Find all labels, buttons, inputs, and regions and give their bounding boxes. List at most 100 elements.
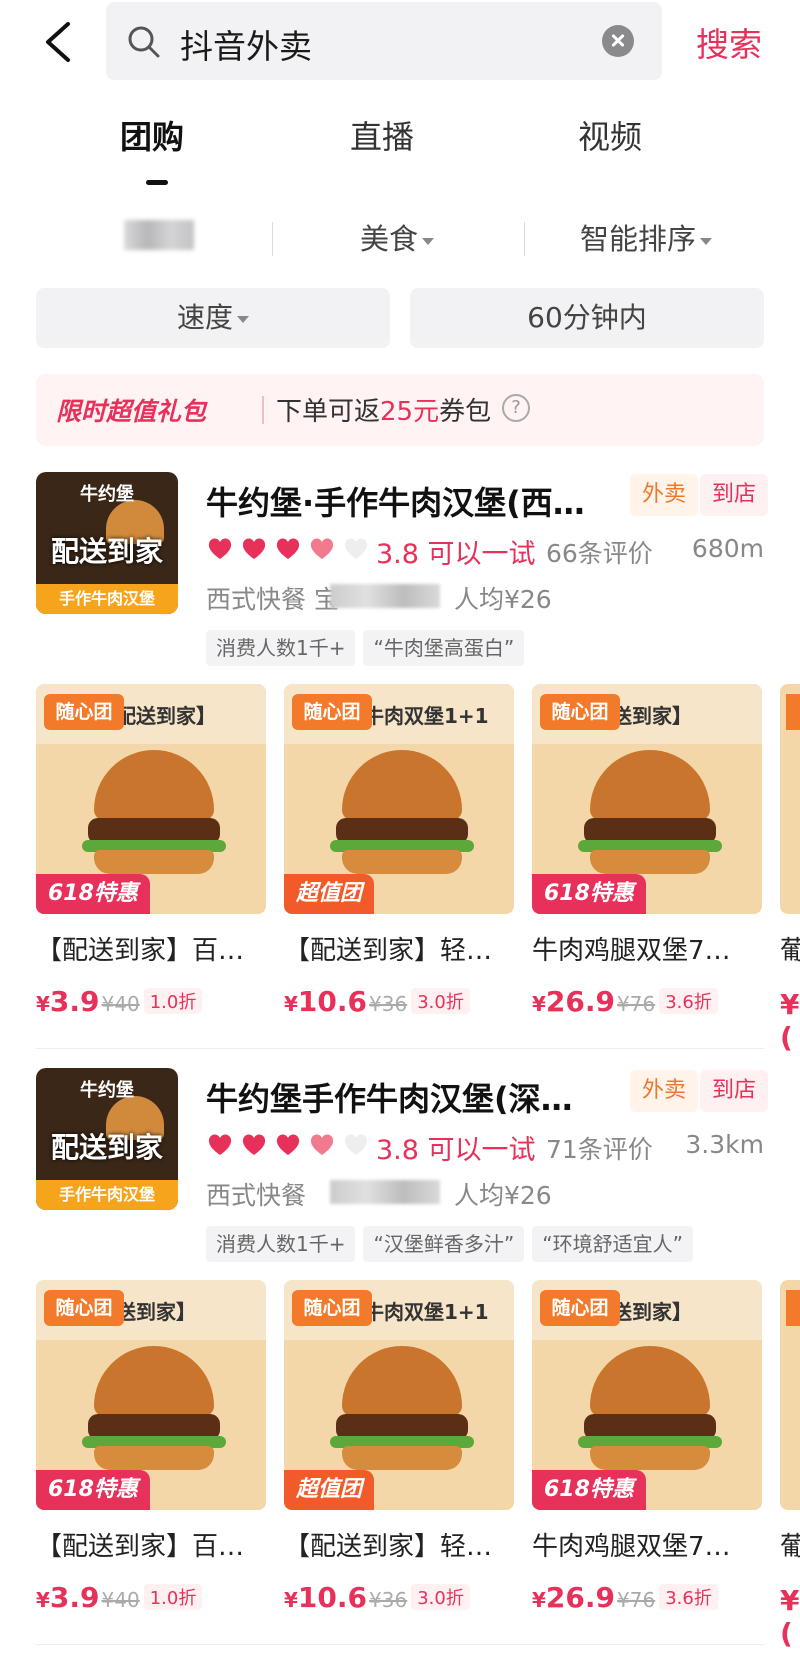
- time-filter-pill[interactable]: 60分钟内: [410, 288, 764, 348]
- instore-badge: 到店: [700, 1070, 769, 1112]
- deal-promo-badge: 618特惠: [532, 874, 646, 914]
- deal-header: 送到家】: [612, 704, 692, 728]
- deal-image: 配送到家】 随心团 618特惠: [36, 684, 266, 914]
- address-blurred: [330, 584, 440, 608]
- price-currency: ¥: [36, 992, 50, 1016]
- chevron-down-icon: [700, 237, 713, 245]
- speed-filter-label: 速度: [176, 301, 233, 334]
- deal-promo-badge: 超值团: [284, 1470, 375, 1510]
- deal-card[interactable]: 送到家】 随心团 618特惠 牛肉鸡腿双堡7… ¥26.9 ¥76 3.6折: [532, 684, 762, 1025]
- logo-brand: 牛约堡: [80, 1080, 134, 1101]
- time-filter-label: 60分钟内: [527, 301, 647, 334]
- discount-badge: 3.6折: [659, 988, 718, 1014]
- heart-full-icon: [242, 538, 266, 559]
- deal-header: 牛肉双堡1+1: [364, 1300, 489, 1324]
- location-filter[interactable]: [124, 220, 194, 250]
- tab-video[interactable]: 视频: [578, 112, 642, 158]
- promo-text: 下单可返25元券包: [276, 391, 491, 428]
- heart-full-icon: [276, 1134, 300, 1155]
- logo-brand: 牛约堡: [80, 484, 134, 505]
- tab-group-buy[interactable]: 团购: [120, 112, 184, 158]
- deal-type-tag: 随心团: [44, 1290, 124, 1326]
- promo-text-after: 券包: [439, 397, 492, 427]
- price-currency: ¥: [284, 1588, 298, 1612]
- discount-badge: 3.0折: [411, 1584, 470, 1610]
- deal-card[interactable]: 配送到家】 随心团 618特惠 【配送到家】百… ¥3.9 ¥40 1.0折: [36, 684, 266, 1025]
- divider: [272, 222, 273, 256]
- store-logo: 牛约堡 配送到家 手作牛肉汉堡: [36, 472, 178, 614]
- distance: 3.3km: [685, 1130, 764, 1159]
- store-tag: “汉堡鲜香多汁”: [363, 1226, 525, 1262]
- delivery-badge: 外卖: [630, 1070, 699, 1112]
- deal-header: 牛肉双堡1+1: [364, 704, 489, 728]
- discount-badge: 1.0折: [143, 988, 203, 1014]
- deal-header: 配送到家】: [116, 704, 216, 728]
- deal-image: 送到家】 随心团 618特惠: [36, 1280, 266, 1510]
- price-value: 26.9: [545, 1581, 616, 1614]
- category-filter[interactable]: 美食: [360, 216, 435, 258]
- logo-bottom: 手作牛肉汉堡: [36, 1180, 178, 1210]
- store-tag: 消费人数1千+: [206, 1226, 356, 1262]
- avg-price: 人均¥26: [454, 1181, 552, 1210]
- distance: 680m: [691, 534, 764, 563]
- deal-price-peek: ¥(: [780, 988, 800, 1054]
- promo-banner[interactable]: 限时超值礼包 下单可返25元券包 ?: [36, 374, 764, 446]
- deal-card[interactable]: 送到家】 随心团 618特惠 【配送到家】百… ¥3.9 ¥40 1.0折: [36, 1280, 266, 1621]
- deal-price-peek: ¥(: [780, 1584, 800, 1650]
- help-icon[interactable]: ?: [502, 394, 530, 422]
- instore-badge: 到店: [700, 474, 769, 516]
- deal-promo-badge: 超值团: [284, 874, 375, 914]
- price-value: 3.9: [49, 1581, 100, 1614]
- deal-header: 送到家】: [612, 1300, 692, 1324]
- divider: [36, 1644, 764, 1645]
- chevron-down-icon: [422, 237, 435, 245]
- heart-full-icon: [208, 1134, 232, 1155]
- price-now: ¥26.9: [532, 985, 615, 1018]
- speed-filter-pill[interactable]: 速度: [36, 288, 390, 348]
- category-label: 西式快餐: [206, 585, 307, 614]
- tab-bar: 团购 直播 视频: [0, 112, 800, 192]
- delivery-badge: 外卖: [630, 474, 699, 516]
- deal-promo-badge: 618特惠: [532, 1470, 646, 1510]
- clear-icon[interactable]: [602, 25, 634, 57]
- divider: [524, 222, 525, 256]
- deal-carousel[interactable]: 配送到家】 随心团 618特惠 【配送到家】百… ¥3.9 ¥40 1.0折 牛肉双…: [36, 684, 800, 1054]
- back-arrow-icon[interactable]: [40, 20, 76, 64]
- price-currency: ¥: [36, 1588, 50, 1612]
- price-now: ¥26.9: [532, 1581, 615, 1614]
- deal-card[interactable]: 牛肉双堡1+1 随心团 超值团 【配送到家】轻… ¥10.6 ¥36 3.0折: [284, 1280, 514, 1621]
- deal-name: 【配送到家】轻…: [284, 936, 493, 966]
- review-count: 66条评价: [546, 539, 653, 568]
- deal-carousel[interactable]: 送到家】 随心团 618特惠 【配送到家】百… ¥3.9 ¥40 1.0折 牛肉双堡…: [36, 1280, 800, 1650]
- price-currency: ¥: [284, 992, 298, 1016]
- deal-promo-badge: 618特惠: [36, 874, 150, 914]
- deal-type-tag: 随心团: [540, 1290, 620, 1326]
- price-orig: ¥40: [101, 1588, 140, 1612]
- price-now: ¥3.9: [36, 1581, 100, 1614]
- deal-card[interactable]: 送到家】 随心团 618特惠 牛肉鸡腿双堡7… ¥26.9 ¥76 3.6折: [532, 1280, 762, 1621]
- price-orig: ¥40: [101, 992, 140, 1016]
- store-name[interactable]: 牛约堡手作牛肉汉堡(深…: [206, 1074, 596, 1120]
- store-tag: 消费人数1千+: [206, 630, 356, 666]
- heart-empty-icon: [344, 1134, 368, 1155]
- rating-score: 3.8 可以一试: [376, 1135, 536, 1166]
- store-name[interactable]: 牛约堡·手作牛肉汉堡(西…: [206, 478, 596, 524]
- logo-bottom: 手作牛肉汉堡: [36, 584, 178, 614]
- tab-live[interactable]: 直播: [350, 112, 414, 158]
- deal-card-peek[interactable]: [780, 684, 800, 914]
- filter-row: 美食 智能排序: [0, 210, 800, 270]
- deal-name: 【配送到家】轻…: [284, 1532, 493, 1562]
- search-box[interactable]: 抖音外卖: [106, 2, 662, 80]
- deal-header: 送到家】: [116, 1300, 196, 1324]
- deal-card[interactable]: 牛肉双堡1+1 随心团 超值团 【配送到家】轻… ¥10.6 ¥36 3.0折: [284, 684, 514, 1025]
- deal-name-peek: 葡: [780, 936, 800, 966]
- sort-filter[interactable]: 智能排序: [580, 216, 713, 258]
- deal-card-peek[interactable]: [780, 1280, 800, 1510]
- deal-promo-badge: 618特惠: [36, 1470, 150, 1510]
- deal-name: 牛肉鸡腿双堡7…: [532, 936, 731, 966]
- search-input[interactable]: 抖音外卖: [180, 20, 312, 68]
- deal-price: ¥10.6 ¥36 3.0折: [284, 985, 514, 1025]
- search-button[interactable]: 搜索: [696, 18, 762, 66]
- store-tags: 消费人数1千+ “牛肉堡高蛋白”: [206, 630, 532, 666]
- divider: [262, 396, 264, 424]
